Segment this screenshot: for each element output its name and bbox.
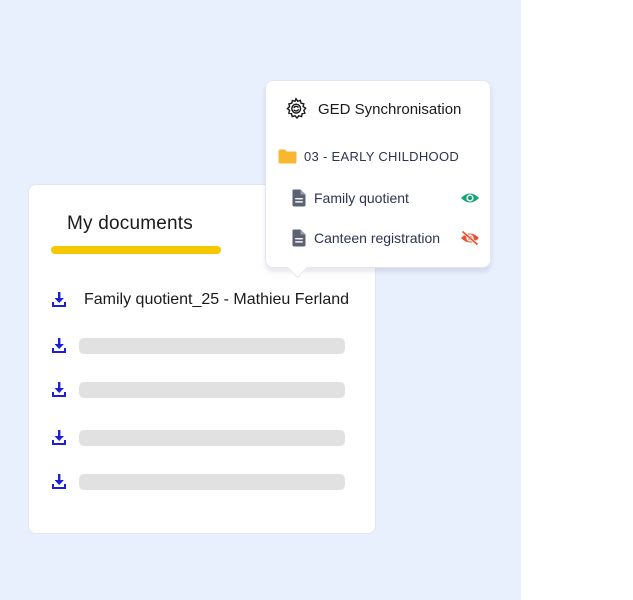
download-icon[interactable] [49, 472, 69, 492]
documents-title: My documents [67, 213, 193, 234]
ged-header: GED Synchronisation [284, 97, 461, 121]
download-icon[interactable] [49, 336, 69, 356]
document-name-skeleton [79, 474, 345, 490]
folder-row[interactable]: 03 - EARLY CHILDHOOD [278, 149, 459, 164]
ged-sync-popover: GED Synchronisation 03 - EARLY CHILDHOOD… [265, 80, 491, 279]
documents-title-underline [51, 246, 221, 254]
document-name-skeleton [79, 382, 345, 398]
file-row[interactable]: Canteen registration [292, 229, 480, 247]
document-name[interactable]: Family quotient_25 - Mathieu Ferland [84, 291, 349, 309]
document-name-skeleton [79, 338, 345, 354]
document-row-placeholder [49, 470, 345, 494]
document-row[interactable]: Family quotient_25 - Mathieu Ferland [49, 288, 349, 312]
file-icon [292, 229, 306, 247]
file-label[interactable]: Family quotient [314, 190, 460, 206]
document-row-placeholder [49, 334, 345, 358]
file-icon [292, 189, 306, 207]
eye-icon[interactable] [460, 190, 480, 206]
document-name-skeleton [79, 430, 345, 446]
folder-label[interactable]: 03 - EARLY CHILDHOOD [304, 149, 459, 164]
sync-gear-icon [286, 97, 307, 120]
file-row[interactable]: Family quotient [292, 189, 480, 207]
folder-icon [278, 149, 297, 164]
download-icon[interactable] [49, 428, 69, 448]
ged-title: GED Synchronisation [318, 100, 462, 118]
document-row-placeholder [49, 378, 345, 402]
document-row-placeholder [49, 426, 345, 450]
eye-off-icon[interactable] [460, 230, 480, 246]
file-label[interactable]: Canteen registration [314, 230, 460, 246]
download-icon[interactable] [49, 380, 69, 400]
download-icon[interactable] [49, 290, 69, 310]
